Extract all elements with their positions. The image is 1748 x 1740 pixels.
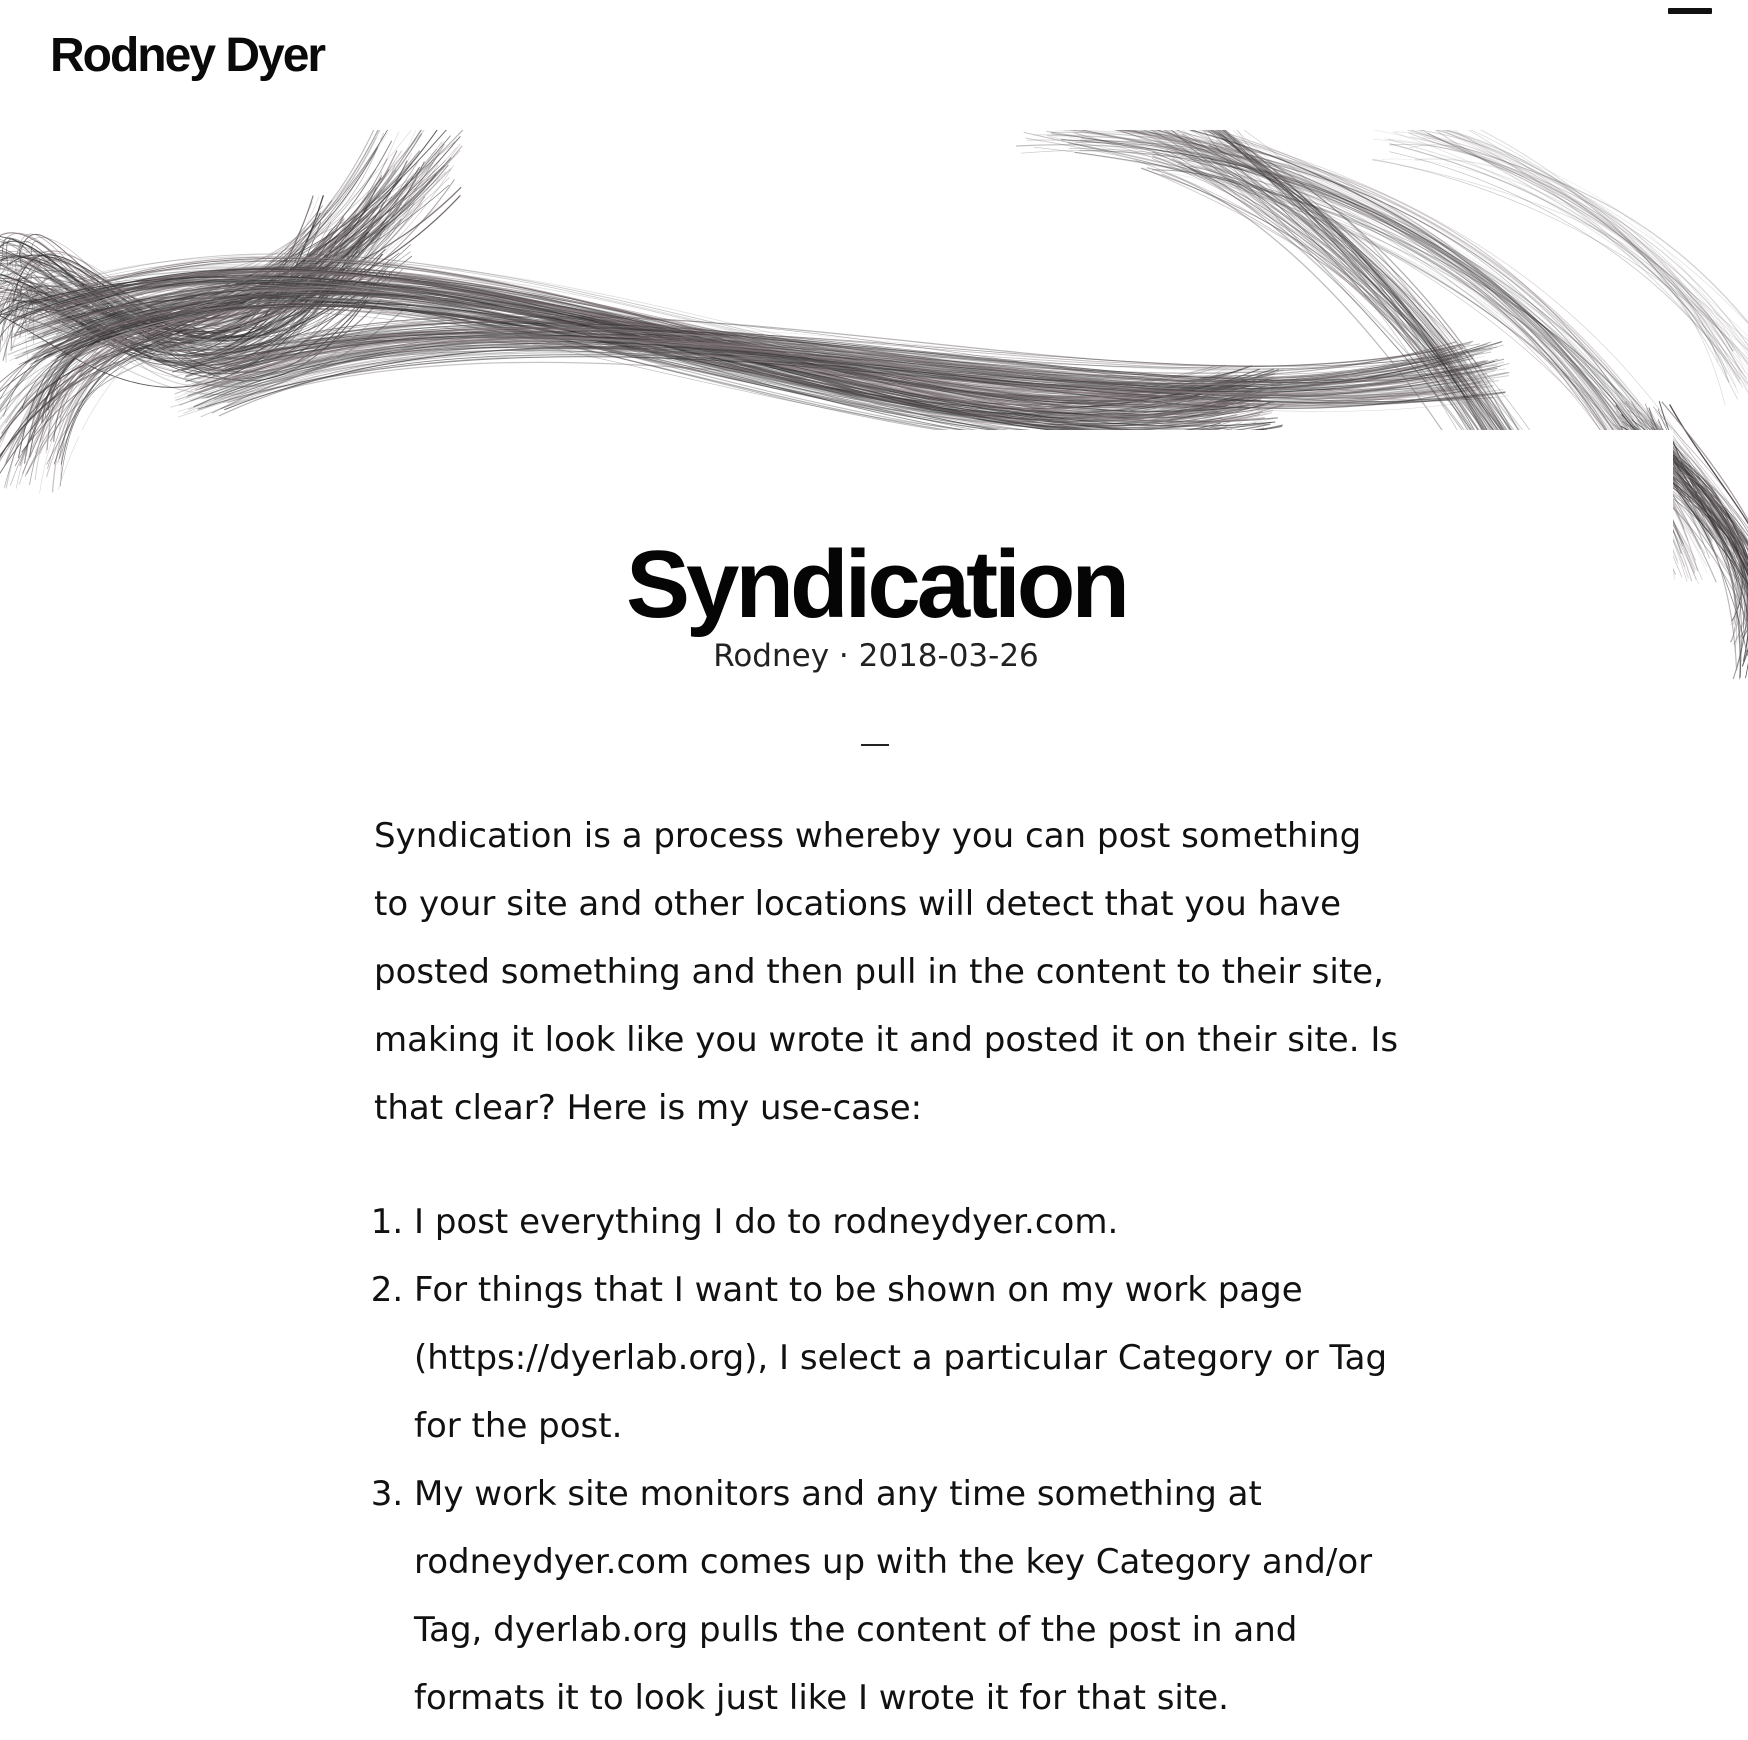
use-case-list: I post everything I do to rodneydyer.com…: [374, 1188, 1404, 1732]
post-title: Syndication: [625, 531, 1130, 638]
hamburger-menu-icon[interactable]: [1668, 0, 1712, 20]
title-divider: [861, 744, 889, 746]
post-meta: Rodney · 2018-03-26: [79, 638, 1673, 674]
post-body: Syndication is a process whereby you can…: [374, 802, 1404, 1732]
article-card: Syndication Rodney · 2018-03-26 Syndicat…: [79, 430, 1673, 1740]
site-header: Rodney Dyer: [0, 0, 1748, 130]
list-item: For things that I want to be shown on my…: [414, 1256, 1404, 1460]
list-item: My work site monitors and any time somet…: [414, 1460, 1404, 1732]
post-author-link[interactable]: Rodney: [713, 638, 829, 674]
list-item: I post everything I do to rodneydyer.com…: [414, 1188, 1404, 1256]
hero-line: [1441, 130, 1728, 357]
post-date: 2018-03-26: [858, 638, 1039, 674]
meta-separator: ·: [838, 638, 849, 674]
site-title-link[interactable]: Rodney Dyer: [50, 28, 326, 83]
post-intro-paragraph: Syndication is a process whereby you can…: [374, 816, 1399, 1128]
